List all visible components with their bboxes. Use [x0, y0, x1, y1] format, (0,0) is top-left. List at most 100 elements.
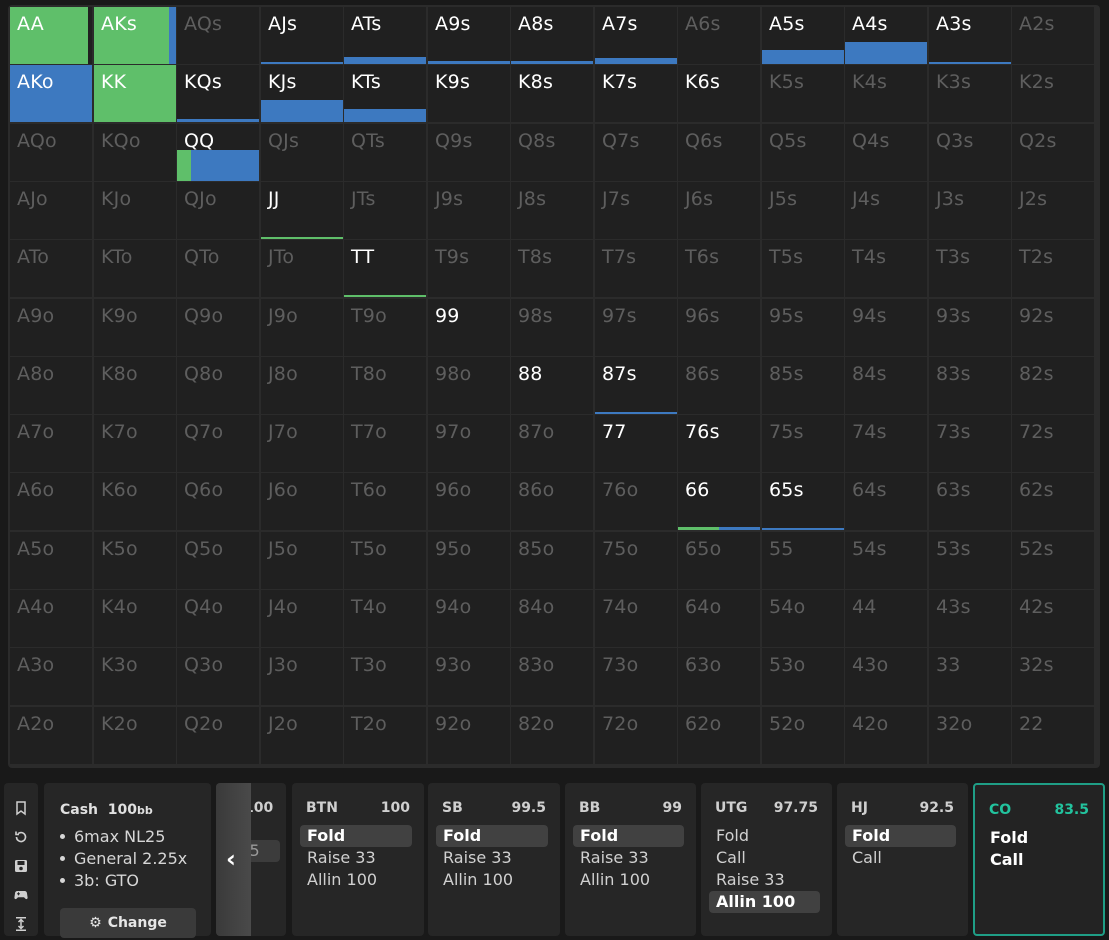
hand-cell[interactable]: A8s [511, 7, 593, 64]
action-option[interactable]: Fold [709, 825, 820, 847]
hand-cell[interactable]: 87o [511, 415, 593, 472]
hand-cell[interactable]: T8o [344, 357, 426, 414]
hand-cell[interactable]: Q8s [511, 124, 593, 181]
hand-cell[interactable]: T5o [344, 532, 426, 589]
hand-cell[interactable]: ATs [344, 7, 426, 64]
action-option[interactable]: Call [983, 849, 1091, 871]
hand-cell[interactable]: T3o [344, 648, 426, 705]
hand-cell[interactable]: Q3s [929, 124, 1011, 181]
hand-cell[interactable]: QJo [177, 182, 259, 239]
hand-cell[interactable]: Q8o [177, 357, 259, 414]
hand-cell[interactable]: 32s [1012, 648, 1094, 705]
action-option[interactable]: Raise 33 [300, 847, 412, 869]
hand-cell[interactable]: J6o [261, 473, 343, 530]
hand-cell[interactable]: 84s [845, 357, 927, 414]
hand-cell[interactable]: T6o [344, 473, 426, 530]
hand-cell[interactable]: J7o [261, 415, 343, 472]
hand-cell[interactable]: 99 [428, 299, 510, 356]
hand-cell[interactable]: 94s [845, 299, 927, 356]
hand-cell[interactable]: 64s [845, 473, 927, 530]
hand-cell[interactable]: AJs [261, 7, 343, 64]
hand-cell[interactable]: Q2o [177, 707, 259, 764]
hand-cell[interactable]: 95s [762, 299, 844, 356]
hand-cell[interactable]: 88 [511, 357, 593, 414]
hand-cell[interactable]: KTs [344, 65, 426, 122]
hand-cell[interactable]: Q4s [845, 124, 927, 181]
change-button[interactable]: ⚙ Change [60, 908, 196, 938]
hand-cell[interactable]: 85s [762, 357, 844, 414]
hand-cell[interactable]: QTs [344, 124, 426, 181]
position-card-bb[interactable]: BB 99 Fold Raise 33 Allin 100 [565, 783, 696, 936]
hand-cell[interactable]: 94o [428, 590, 510, 647]
hand-cell[interactable]: 76o [595, 473, 677, 530]
hand-cell[interactable]: J6s [678, 182, 760, 239]
hand-cell[interactable]: JTo [261, 240, 343, 297]
hand-cell[interactable]: A2s [1012, 7, 1094, 64]
hand-cell[interactable]: TT [344, 240, 426, 297]
bookmark-icon[interactable] [4, 797, 38, 819]
hand-cell[interactable]: JTs [344, 182, 426, 239]
hand-cell[interactable]: T4s [845, 240, 927, 297]
hand-cell[interactable]: K6s [678, 65, 760, 122]
hand-cell[interactable]: A4s [845, 7, 927, 64]
hand-cell[interactable]: 44 [845, 590, 927, 647]
action-option[interactable]: Allin 100 [300, 869, 412, 891]
action-option[interactable]: Allin 100 [436, 869, 548, 891]
hand-cell[interactable]: J5s [762, 182, 844, 239]
hand-cell[interactable]: 66 [678, 473, 760, 530]
hand-cell[interactable]: 82s [1012, 357, 1094, 414]
hand-cell[interactable]: 22 [1012, 707, 1094, 764]
position-card-utg[interactable]: UTG 97.75 Fold Call Raise 33 Allin 100 [701, 783, 832, 936]
hand-cell[interactable]: Q5o [177, 532, 259, 589]
hand-cell[interactable]: 76s [678, 415, 760, 472]
hand-cell[interactable]: T8s [511, 240, 593, 297]
hand-cell[interactable]: A5s [762, 7, 844, 64]
position-card-sb[interactable]: SB 99.5 Fold Raise 33 Allin 100 [428, 783, 560, 936]
hand-cell[interactable]: K9s [428, 65, 510, 122]
hand-cell[interactable]: KQo [94, 124, 176, 181]
hand-cell[interactable]: 85o [511, 532, 593, 589]
hand-cell[interactable]: J4o [261, 590, 343, 647]
hand-cell[interactable]: 43s [929, 590, 1011, 647]
hand-cell[interactable]: QTo [177, 240, 259, 297]
hand-cell[interactable]: K9o [94, 299, 176, 356]
hand-cell[interactable]: 74s [845, 415, 927, 472]
hand-cell[interactable]: T6s [678, 240, 760, 297]
hand-cell[interactable]: 97o [428, 415, 510, 472]
hand-cell[interactable]: 53s [929, 532, 1011, 589]
hand-cell[interactable]: 87s [595, 357, 677, 414]
hand-cell[interactable]: K2o [94, 707, 176, 764]
hand-cell[interactable]: A7o [10, 415, 92, 472]
hand-cell[interactable]: KJo [94, 182, 176, 239]
hand-cell[interactable]: 63o [678, 648, 760, 705]
hand-cell[interactable]: AQs [177, 7, 259, 64]
action-option[interactable]: Raise 33 [709, 869, 820, 891]
hand-cell[interactable]: 55 [762, 532, 844, 589]
hand-cell[interactable]: 92o [428, 707, 510, 764]
hand-cell[interactable]: A9s [428, 7, 510, 64]
hand-cell[interactable]: KQs [177, 65, 259, 122]
hand-cell[interactable]: 77 [595, 415, 677, 472]
hand-cell[interactable]: 73s [929, 415, 1011, 472]
hand-cell[interactable]: AJo [10, 182, 92, 239]
action-option[interactable]: Call [845, 847, 956, 869]
hand-cell[interactable]: J9s [428, 182, 510, 239]
hand-cell[interactable]: K8o [94, 357, 176, 414]
hand-cell[interactable]: K4s [845, 65, 927, 122]
hand-cell[interactable]: 72o [595, 707, 677, 764]
hand-cell[interactable]: AKo [10, 65, 92, 122]
hand-cell[interactable]: Q3o [177, 648, 259, 705]
hand-cell[interactable]: J3o [261, 648, 343, 705]
hand-cell[interactable]: QQ [177, 124, 259, 181]
hand-cell[interactable]: J4s [845, 182, 927, 239]
position-card-btn[interactable]: BTN 100 Fold Raise 33 Allin 100 [292, 783, 424, 936]
hand-cell[interactable]: K3o [94, 648, 176, 705]
hand-cell[interactable]: 74o [595, 590, 677, 647]
hand-cell[interactable]: K4o [94, 590, 176, 647]
hand-cell[interactable]: K6o [94, 473, 176, 530]
hand-cell[interactable]: 33 [929, 648, 1011, 705]
hand-cell[interactable]: 97s [595, 299, 677, 356]
gamepad-icon[interactable] [4, 884, 38, 906]
hand-cell[interactable]: AA [10, 7, 92, 64]
hand-cell[interactable]: 93o [428, 648, 510, 705]
